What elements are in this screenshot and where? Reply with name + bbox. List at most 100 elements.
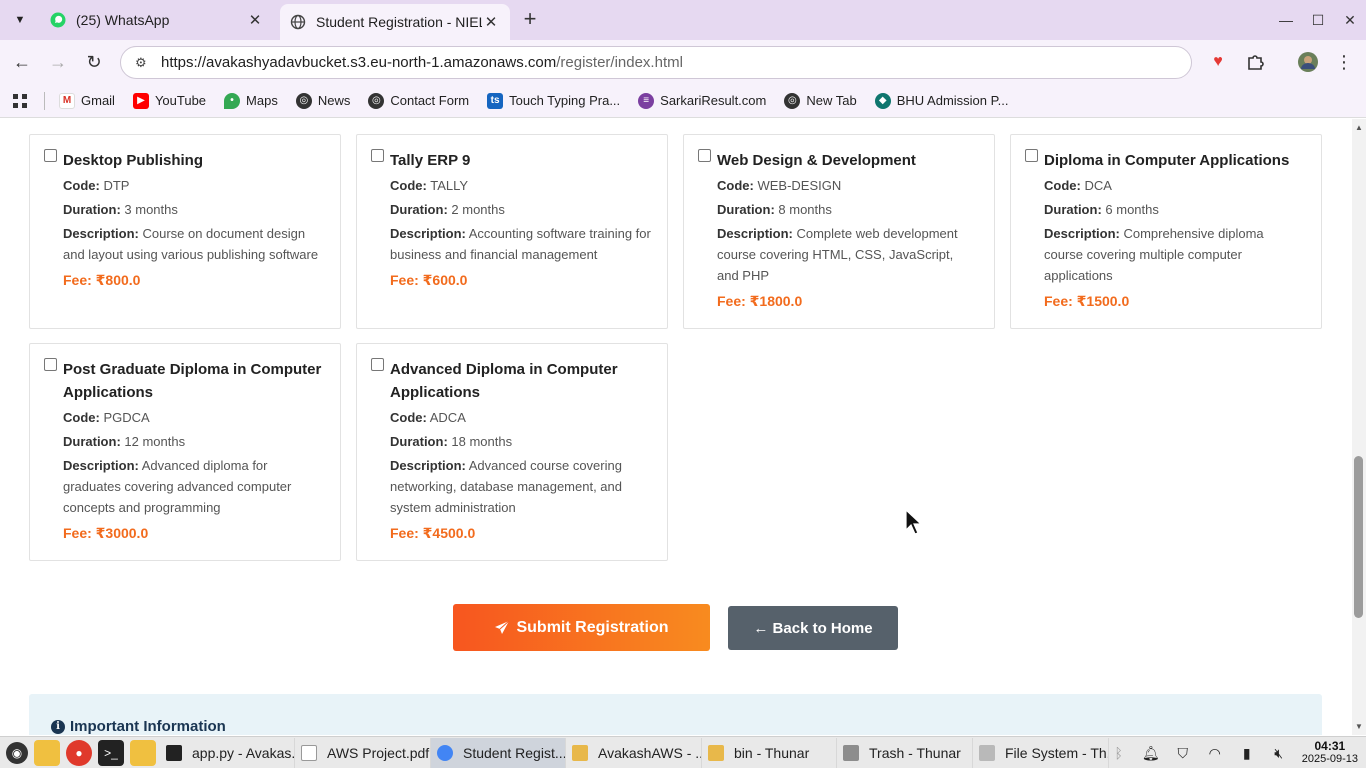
shield-icon[interactable]: ⛉: [1172, 745, 1194, 762]
reload-icon[interactable]: ↻: [82, 50, 106, 74]
bookmark-new-tab[interactable]: ◎ New Tab: [784, 92, 857, 109]
taskbar-task[interactable]: Trash - Thunar: [837, 737, 973, 768]
tab-search-icon[interactable]: ▼: [8, 8, 32, 32]
scroll-up-arrow-icon[interactable]: ▲: [1352, 123, 1366, 132]
tab-whatsapp[interactable]: (25) WhatsApp ✕: [40, 4, 274, 36]
trash-icon: [843, 744, 859, 761]
course-checkbox[interactable]: [371, 358, 384, 371]
bookmark-label: Contact Form: [390, 93, 470, 108]
close-tab-icon[interactable]: ✕: [482, 13, 500, 31]
file-manager-icon[interactable]: [130, 739, 156, 766]
volume-muted-icon[interactable]: 🔇︎: [1268, 745, 1290, 762]
notification-bell-icon[interactable]: 🔔︎: [1140, 745, 1162, 762]
apps-grid-icon[interactable]: [12, 93, 28, 109]
course-fee: Fee: ₹600.0: [390, 272, 468, 288]
page-scrollbar[interactable]: ▲ ▼: [1352, 119, 1366, 735]
bookmarks-bar: M Gmail ▶ YouTube • Maps ◎ News ◎ Contact For…: [0, 84, 1366, 118]
tab-strip: ▼ (25) WhatsApp ✕ Student Registration -…: [0, 0, 1366, 40]
taskbar-task[interactable]: AWS Project.pdf: [295, 737, 431, 768]
page-viewport: Desktop Publishing Code: DTP Duration: 3…: [0, 119, 1352, 735]
back-to-home-button[interactable]: ← Back to Home: [728, 606, 898, 650]
course-duration: Duration: 3 months: [63, 199, 324, 220]
back-arrow-icon[interactable]: ←: [10, 50, 34, 74]
course-card[interactable]: Post Graduate Diploma in Computer Applic…: [29, 343, 341, 561]
description-label: Description:: [63, 458, 139, 473]
taskbar: ◉ ● >_ app.py - Avakas... AWS Project.pd…: [0, 736, 1366, 768]
scrollbar-thumb[interactable]: [1354, 456, 1363, 618]
course-checkbox[interactable]: [698, 149, 711, 162]
course-card[interactable]: Advanced Diploma in Computer Application…: [356, 343, 668, 561]
whatsapp-icon: [50, 12, 66, 28]
code-label: Code:: [390, 178, 427, 193]
bookmark-gmail[interactable]: M Gmail: [59, 92, 115, 109]
code-value: PGDCA: [103, 410, 150, 425]
course-checkbox[interactable]: [44, 358, 57, 371]
course-card[interactable]: Web Design & Development Code: WEB-DESIG…: [683, 134, 995, 329]
bookmark-news[interactable]: ◎ News: [295, 92, 350, 109]
menu-kebab-icon[interactable]: ⋮: [1332, 50, 1356, 74]
minimize-icon[interactable]: —: [1270, 0, 1302, 40]
course-name: Post Graduate Diploma in Computer Applic…: [63, 361, 322, 401]
taskbar-task[interactable]: bin - Thunar: [702, 737, 837, 768]
bookmark-sarkariresult[interactable]: ≡ SarkariResult.com: [638, 92, 766, 109]
course-card[interactable]: Desktop Publishing Code: DTP Duration: 3…: [29, 134, 341, 329]
bluetooth-icon[interactable]: ᛒ: [1108, 745, 1130, 761]
course-name: Advanced Diploma in Computer Application…: [390, 361, 618, 401]
bookmark-contact-form[interactable]: ◎ Contact Form: [368, 92, 470, 109]
code-value: DTP: [103, 178, 130, 193]
folder-icon: [572, 744, 588, 761]
course-checkbox[interactable]: [1025, 149, 1038, 162]
forward-arrow-icon[interactable]: →: [46, 50, 70, 74]
close-tab-icon[interactable]: ✕: [246, 11, 264, 29]
course-name: Tally ERP 9: [390, 152, 471, 169]
firefox-icon[interactable]: ●: [66, 739, 92, 766]
bookmark-maps[interactable]: • Maps: [224, 92, 278, 109]
taskbar-task[interactable]: File System - Th...: [973, 737, 1109, 768]
clock[interactable]: 04:31 2025-09-13: [1302, 740, 1358, 766]
course-fee: Fee: ₹4500.0: [390, 525, 476, 541]
new-tab-icon[interactable]: +: [518, 8, 542, 32]
extensions-puzzle-icon[interactable]: [1243, 50, 1267, 74]
wifi-icon[interactable]: ◠: [1204, 745, 1226, 762]
info-heading-text: Important Information: [70, 718, 226, 735]
extension-heart-icon[interactable]: ♥: [1206, 50, 1230, 74]
duration-label: Duration:: [63, 202, 121, 217]
profile-avatar[interactable]: [1296, 50, 1320, 74]
task-label: AvakashAWS - ...: [598, 744, 702, 761]
duration-value: 3 months: [124, 202, 178, 217]
terminal-icon[interactable]: >_: [98, 739, 124, 766]
course-checkbox[interactable]: [44, 149, 57, 162]
whisker-menu-icon[interactable]: ◉: [6, 741, 28, 764]
course-code: Code: DTP: [63, 175, 324, 196]
course-description: Description: Advanced course covering ne…: [390, 455, 651, 518]
battery-icon[interactable]: ▮: [1236, 745, 1258, 762]
address-bar[interactable]: ⚙ https://avakashyadavbucket.s3.eu-north…: [120, 46, 1192, 79]
course-duration: Duration: 18 months: [390, 431, 651, 452]
taskbar-task[interactable]: app.py - Avakas...: [160, 737, 295, 768]
course-fee: Fee: ₹1500.0: [1044, 293, 1130, 309]
code-label: Code:: [63, 178, 100, 193]
bookmark-bhu-admission[interactable]: ◆ BHU Admission P...: [874, 92, 1008, 109]
duration-value: 6 months: [1105, 202, 1159, 217]
submit-registration-button[interactable]: Submit Registration: [453, 604, 710, 651]
taskbar-task[interactable]: AvakashAWS - ...: [566, 737, 702, 768]
description-label: Description:: [63, 226, 139, 241]
globe-icon: [290, 14, 306, 30]
bookmarks-divider: [44, 91, 45, 110]
taskbar-task[interactable]: Student Regist...: [431, 737, 566, 768]
scroll-down-arrow-icon[interactable]: ▼: [1352, 722, 1366, 731]
site-info-icon[interactable]: ⚙: [135, 55, 151, 71]
bookmark-label: Touch Typing Pra...: [509, 93, 621, 108]
course-card[interactable]: Diploma in Computer Applications Code: D…: [1010, 134, 1322, 329]
course-checkbox[interactable]: [371, 149, 384, 162]
close-window-icon[interactable]: ✕: [1334, 0, 1366, 40]
tab-student-registration[interactable]: Student Registration - NIELIT ✕: [280, 4, 510, 40]
course-card[interactable]: Tally ERP 9 Code: TALLY Duration: 2 mont…: [356, 134, 668, 329]
bookmark-youtube[interactable]: ▶ YouTube: [132, 92, 206, 109]
course-description: Description: Advanced diploma for gradua…: [63, 455, 324, 518]
maximize-icon[interactable]: ☐: [1302, 0, 1334, 40]
globe-icon: ◎: [784, 92, 801, 109]
duration-label: Duration:: [717, 202, 775, 217]
bookmark-touch-typing[interactable]: ts Touch Typing Pra...: [487, 92, 621, 109]
desktop-icon[interactable]: [34, 739, 60, 766]
